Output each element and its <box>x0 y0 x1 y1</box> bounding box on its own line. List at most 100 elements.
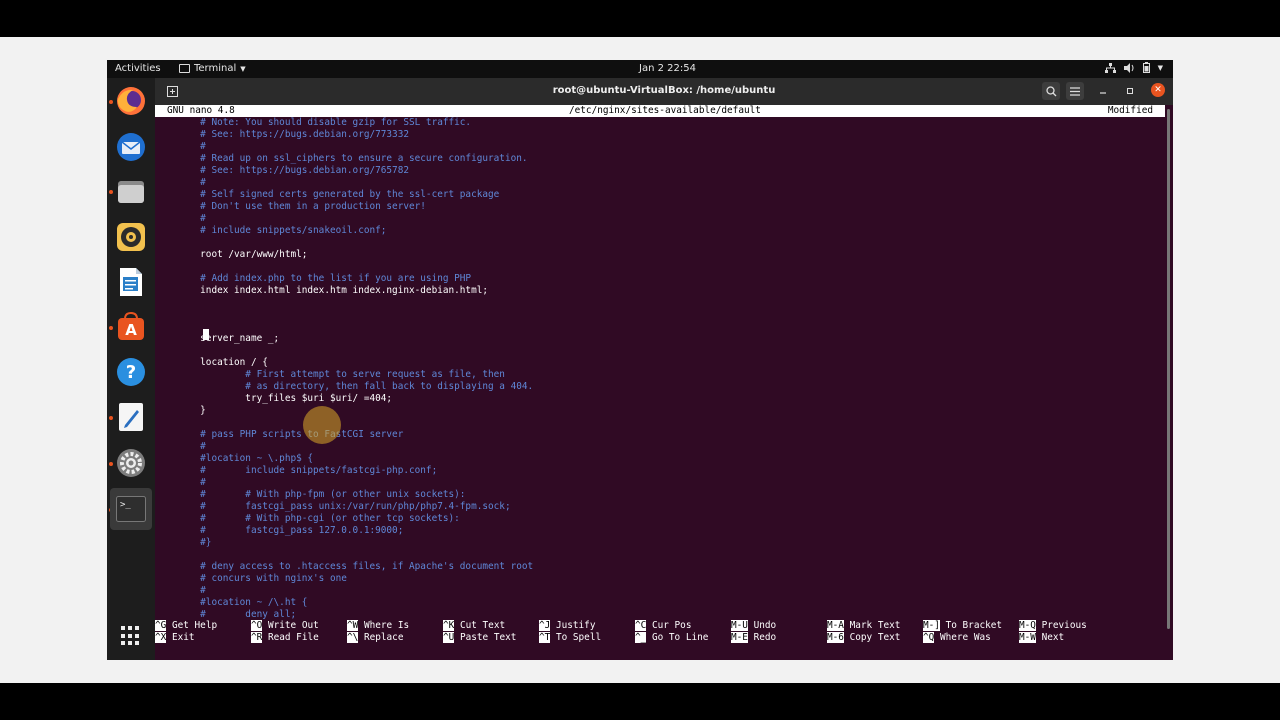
shortcut-item: M-] To Bracket <box>923 620 1002 632</box>
editor-line: root /var/www/html; <box>155 249 308 260</box>
thunderbird-icon[interactable] <box>114 130 148 164</box>
firefox-icon[interactable] <box>114 84 148 118</box>
running-indicator <box>109 462 113 466</box>
shortcut-label: Go To Line <box>651 632 709 643</box>
shortcut-item: ^G Get Help <box>155 620 217 632</box>
app-menu-label: Terminal <box>194 63 237 74</box>
software-center-icon[interactable]: A <box>114 310 148 344</box>
show-applications-icon[interactable] <box>121 626 141 646</box>
shortcut-key: M-U <box>731 620 748 631</box>
files-icon[interactable] <box>114 175 148 209</box>
text-editor-icon[interactable] <box>114 400 148 434</box>
shortcut-key: ^U <box>443 632 455 643</box>
shortcut-label: To Bracket <box>945 620 1003 631</box>
system-menu-chevron-icon: ▼ <box>1157 63 1163 72</box>
shortcut-item: ^K Cut Text <box>443 620 505 632</box>
shortcut-label: Redo <box>753 632 777 643</box>
network-icon <box>1104 62 1116 73</box>
svg-text:>_: >_ <box>120 500 131 510</box>
editor-line: location / { <box>155 357 268 368</box>
editor-line: # Note: You should disable gzip for SSL … <box>155 117 472 128</box>
rhythmbox-icon[interactable] <box>114 220 148 254</box>
editor-line: server_name _; <box>155 333 280 344</box>
editor-line: # <box>155 141 206 152</box>
nano-filename: /etc/nginx/sites-available/default <box>569 105 761 116</box>
nano-shortcut-bar: ^G Get Help ^X Exit ^O Write Out ^R Read Fi… <box>155 620 1165 644</box>
minimize-icon[interactable] <box>1094 82 1112 100</box>
shortcut-key: M-E <box>731 632 748 643</box>
activities-button[interactable]: Activities <box>115 63 161 74</box>
shortcut-item: ^C Cur Pos <box>635 620 691 632</box>
maximize-icon[interactable] <box>1121 82 1139 100</box>
editor-line: # <box>155 213 206 224</box>
editor-line: # <box>155 585 206 596</box>
shortcut-key: M-W <box>1019 632 1036 643</box>
editor-line: # <box>155 441 206 452</box>
editor-line: # pass PHP scripts to FastCGI server <box>155 429 404 440</box>
shortcut-item: M-W Next <box>1019 632 1064 644</box>
system-tray[interactable]: ▼ <box>1104 62 1163 73</box>
clock[interactable]: Jan 2 22:54 <box>639 63 696 74</box>
shortcut-label: Mark Text <box>849 620 901 631</box>
close-icon[interactable]: ✕ <box>1151 83 1165 97</box>
shortcut-key: M-A <box>827 620 844 631</box>
libreoffice-writer-icon[interactable] <box>114 265 148 299</box>
shortcut-label: Replace <box>363 632 404 643</box>
editor-line: # fastcgi_pass unix:/var/run/php/php7.4-… <box>155 501 511 512</box>
app-menu[interactable]: Terminal ▼ <box>179 63 246 74</box>
shortcut-label: Justify <box>555 620 596 631</box>
editor-line: # <box>155 477 206 488</box>
scrollbar-thumb[interactable] <box>1167 109 1170 629</box>
window-title: root@ubuntu-VirtualBox: /home/ubuntu <box>552 85 776 96</box>
top-bar: Activities Terminal ▼ Jan 2 22:54 ▼ <box>107 60 1173 78</box>
shortcut-item: M-Q Previous <box>1019 620 1087 632</box>
nano-version: GNU nano 4.8 <box>167 105 235 116</box>
editor-line: # Read up on ssl_ciphers to ensure a sec… <box>155 153 528 164</box>
editor-line: try_files $uri $uri/ =404; <box>155 393 393 404</box>
mouse-highlight <box>303 406 341 444</box>
help-icon[interactable]: ? <box>114 355 148 389</box>
editor-line: # Add index.php to the list if you are u… <box>155 273 472 284</box>
shortcut-item: ^Q Where Was <box>923 632 991 644</box>
desktop-screen: Activities Terminal ▼ Jan 2 22:54 ▼ A ? … <box>107 60 1173 660</box>
running-indicator <box>109 100 113 104</box>
editor-line: # # With php-cgi (or other tcp sockets): <box>155 513 460 524</box>
terminal-scrollbar[interactable] <box>1165 105 1173 660</box>
editor-line: # See: https://bugs.debian.org/765782 <box>155 165 409 176</box>
terminal-body[interactable]: GNU nano 4.8 /etc/nginx/sites-available/… <box>155 105 1165 660</box>
editor-line: # See: https://bugs.debian.org/773332 <box>155 129 409 140</box>
shortcut-item: ^R Read File <box>251 632 319 644</box>
shortcut-key: ^O <box>251 620 263 631</box>
shortcut-label: Cut Text <box>459 620 506 631</box>
shortcut-item: M-6 Copy Text <box>827 632 900 644</box>
editor-line: # concurs with nginx's one <box>155 573 347 584</box>
editor-line: } <box>155 405 206 416</box>
hamburger-menu-icon[interactable] <box>1066 82 1084 100</box>
shortcut-item: ^X Exit <box>155 632 195 644</box>
shortcut-item: ^O Write Out <box>251 620 319 632</box>
search-icon[interactable] <box>1042 82 1060 100</box>
settings-icon[interactable] <box>114 446 148 480</box>
svg-text:?: ? <box>126 362 136 383</box>
shortcut-label: Cur Pos <box>651 620 692 631</box>
shortcut-key: M-] <box>923 620 940 631</box>
shortcut-label: Previous <box>1041 620 1087 631</box>
shortcut-key: ^R <box>251 632 263 643</box>
shortcut-key: ^X <box>155 632 167 643</box>
editor-line: #location ~ \.php$ { <box>155 453 314 464</box>
shortcut-item: M-U Undo <box>731 620 776 632</box>
shortcut-key: ^T <box>539 632 551 643</box>
editor-line: #} <box>155 537 212 548</box>
shortcut-label: Get Help <box>171 620 218 631</box>
shortcut-label: Write Out <box>267 620 319 631</box>
window-titlebar[interactable]: root@ubuntu-VirtualBox: /home/ubuntu ✕ <box>155 78 1173 105</box>
terminal-icon[interactable]: >_ <box>110 488 152 530</box>
shortcut-item: M-A Mark Text <box>827 620 900 632</box>
editor-line: # as directory, then fall back to displa… <box>155 381 534 392</box>
nano-header: GNU nano 4.8 /etc/nginx/sites-available/… <box>155 105 1165 117</box>
running-indicator <box>109 326 113 330</box>
shortcut-key: M-Q <box>1019 620 1036 631</box>
shortcut-key: ^Q <box>923 632 935 643</box>
svg-text:A: A <box>125 321 137 339</box>
shortcut-key: ^\ <box>347 632 359 643</box>
